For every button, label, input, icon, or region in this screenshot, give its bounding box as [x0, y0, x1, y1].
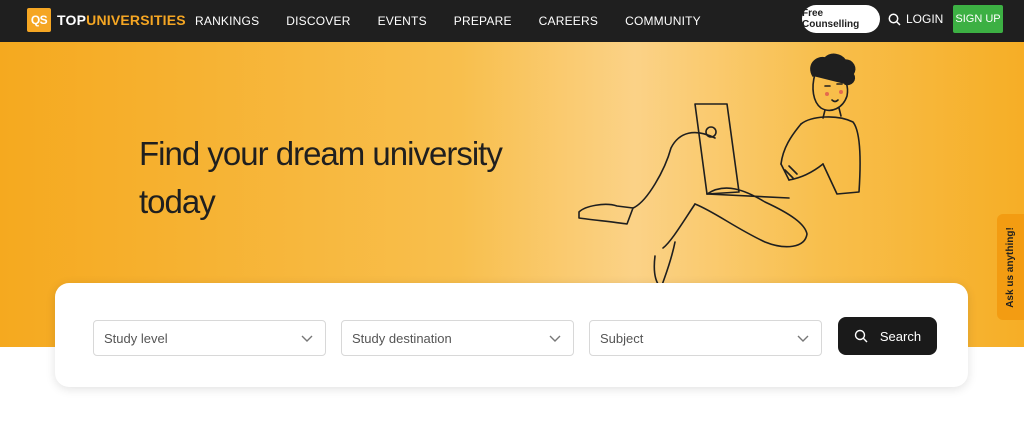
search-button-label: Search — [879, 328, 922, 344]
search-icon[interactable] — [888, 13, 901, 26]
subject-placeholder: Subject — [600, 330, 644, 346]
search-icon — [854, 329, 868, 343]
chevron-down-icon — [797, 335, 809, 342]
nav-link-events[interactable]: EVENTS — [378, 14, 427, 28]
brand-logo[interactable]: QS TOPUNIVERSITIES — [27, 7, 186, 33]
chevron-down-icon — [549, 335, 561, 342]
nav-link-discover[interactable]: DISCOVER — [286, 14, 350, 28]
subject-select[interactable]: Subject — [589, 320, 822, 356]
ask-us-anything-tab[interactable]: Ask us anything! — [997, 214, 1024, 320]
person-with-laptop-illustration — [578, 53, 861, 287]
top-nav: QS TOPUNIVERSITIES RANKINGS DISCOVER EVE… — [0, 0, 1024, 42]
study-level-select[interactable]: Study level — [93, 320, 326, 356]
nav-link-prepare[interactable]: PREPARE — [454, 14, 512, 28]
login-label: LOGIN — [906, 12, 944, 26]
nav-link-careers[interactable]: CAREERS — [539, 14, 598, 28]
nav-links: RANKINGS DISCOVER EVENTS PREPARE CAREERS… — [195, 0, 728, 42]
free-counselling-button[interactable]: Free Counselling — [802, 5, 880, 33]
login-button[interactable]: LOGIN — [888, 0, 943, 38]
signup-button[interactable]: SIGN UP — [953, 5, 1003, 33]
hero-title-line1: Find your dream university — [139, 135, 503, 172]
hero-title-line2: today — [139, 183, 216, 220]
brand-name-part1: TOP — [57, 12, 87, 28]
nav-link-rankings[interactable]: RANKINGS — [195, 14, 259, 28]
brand-name-part2: UNIVERSITIES — [86, 12, 186, 28]
study-destination-placeholder: Study destination — [352, 330, 452, 346]
search-button[interactable]: Search — [838, 317, 937, 355]
ask-us-anything-label: Ask us anything! — [1005, 226, 1017, 308]
study-destination-select[interactable]: Study destination — [341, 320, 574, 356]
qs-logo-mark: QS — [27, 8, 51, 32]
search-card: Study level Study destination Subject Se… — [55, 283, 968, 387]
brand-name: TOPUNIVERSITIES — [57, 12, 186, 28]
chevron-down-icon — [301, 335, 313, 342]
nav-link-community[interactable]: COMMUNITY — [625, 14, 701, 28]
hero-title: Find your dream university today — [139, 130, 559, 226]
study-level-placeholder: Study level — [104, 330, 168, 346]
